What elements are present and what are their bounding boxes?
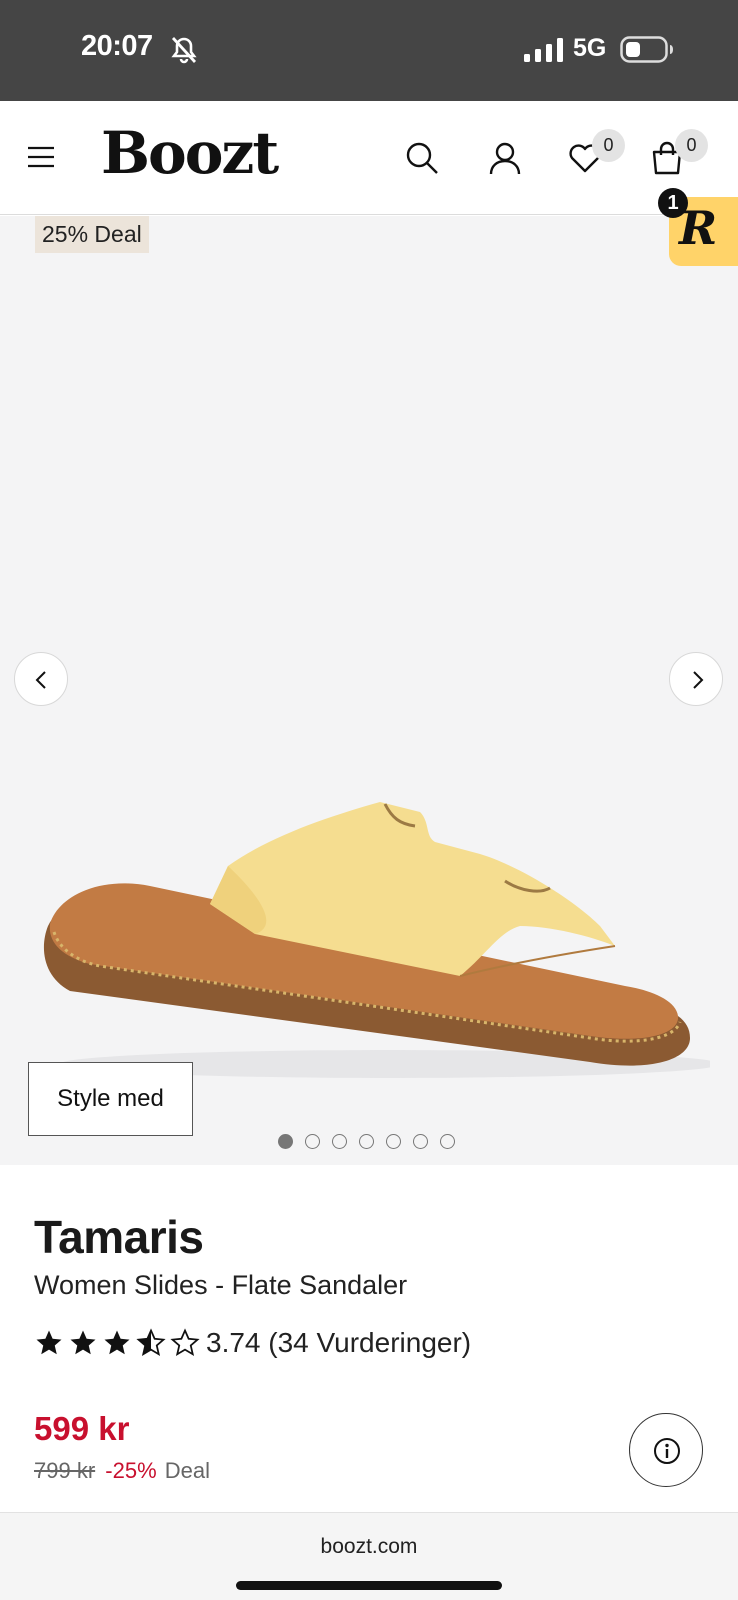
network-label: 5G (573, 34, 607, 62)
cart-count-badge: 0 (675, 129, 708, 162)
star-empty-icon (170, 1328, 200, 1357)
star-full-icon (70, 1330, 96, 1355)
battery-icon (620, 36, 673, 63)
site-logo[interactable]: Boozt (101, 119, 279, 187)
discount-percent: -25% (105, 1458, 157, 1483)
deal-label: Deal (164, 1458, 211, 1483)
product-image-gallery[interactable]: 25% Deal Style med (0, 216, 738, 1165)
rating-text: 3.74 (34 Vurderinger) (206, 1327, 472, 1358)
pagination-dot[interactable] (278, 1134, 293, 1149)
star-half-icon (136, 1328, 166, 1357)
pagination-dot[interactable] (305, 1134, 320, 1149)
rewards-badge: 1 (658, 188, 688, 218)
signal-icon (524, 38, 563, 62)
chevron-right-icon (693, 671, 704, 689)
site-header: Boozt 0 0 (0, 101, 738, 215)
product-rating[interactable]: 3.74 (34 Vurderinger) (34, 1325, 471, 1361)
home-indicator[interactable] (236, 1581, 502, 1590)
menu-icon[interactable] (27, 145, 55, 169)
status-time: 20:07 (81, 30, 153, 62)
product-brand[interactable]: Tamaris (34, 1210, 204, 1264)
account-icon[interactable] (488, 141, 522, 175)
search-icon[interactable] (405, 141, 439, 175)
info-icon (654, 1438, 680, 1464)
image-pagination (278, 1134, 455, 1152)
bell-muted-icon (171, 37, 197, 64)
wishlist-count-badge: 0 (592, 129, 625, 162)
deal-tag: 25% Deal (35, 216, 149, 253)
chevron-left-icon (35, 671, 46, 689)
browser-url[interactable]: boozt.com (0, 1535, 738, 1559)
product-image-sandal (43, 802, 710, 1078)
original-price: 799 kr (34, 1458, 96, 1483)
pagination-dot[interactable] (413, 1134, 428, 1149)
previous-image-button[interactable] (14, 652, 68, 706)
current-price: 599 kr (34, 1410, 130, 1447)
pagination-dot[interactable] (386, 1134, 401, 1149)
star-full-icon (36, 1330, 62, 1355)
style-with-button[interactable]: Style med (28, 1062, 193, 1136)
star-full-icon (104, 1330, 130, 1355)
next-image-button[interactable] (669, 652, 723, 706)
price-info-button[interactable] (629, 1413, 703, 1487)
pagination-dot[interactable] (359, 1134, 374, 1149)
status-bar: 20:07 5G (0, 0, 738, 101)
pagination-dot[interactable] (332, 1134, 347, 1149)
pagination-dot[interactable] (440, 1134, 455, 1149)
product-name: Women Slides - Flate Sandaler (34, 1270, 408, 1300)
browser-address-bar: boozt.com (0, 1512, 738, 1600)
price-details: 799 kr -25% Deal (34, 1458, 210, 1484)
